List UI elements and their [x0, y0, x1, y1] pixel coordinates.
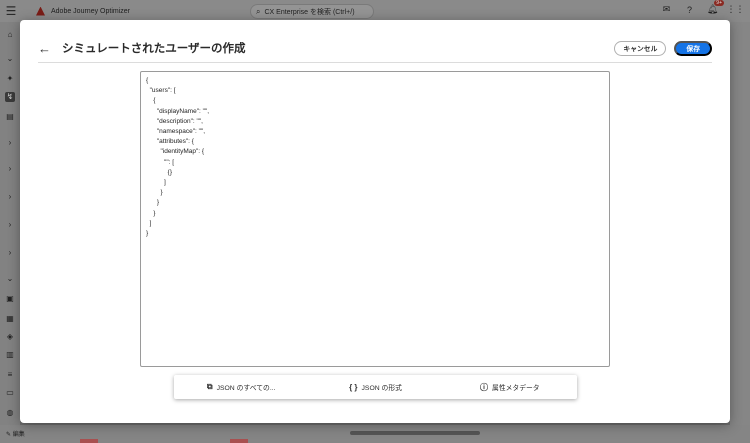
global-search[interactable]: ⌕ CX Enterprise を検索 (Ctrl+/)	[250, 4, 374, 19]
hamburger-menu-icon[interactable]: ☰	[0, 0, 22, 22]
journey-icon[interactable]: ↯	[5, 92, 15, 102]
chevron-down-icon[interactable]: ⌄	[5, 274, 15, 284]
content-icon[interactable]: ▤	[5, 112, 15, 122]
home-icon[interactable]: ⌂	[5, 30, 15, 40]
app-name: Adobe Journey Optimizer	[51, 7, 130, 15]
dialog-header: ← シミュレートされたユーザーの作成 キャンセル 保存	[38, 36, 712, 60]
chevron-right-icon[interactable]: ›	[5, 220, 15, 230]
apps-grid-icon[interactable]: ⋮⋮	[727, 3, 745, 16]
dialog-title: シミュレートされたユーザーの作成	[62, 43, 246, 55]
adobe-logo-icon	[36, 6, 45, 16]
reports-icon[interactable]: ▦	[5, 314, 15, 324]
chevron-right-icon[interactable]: ›	[5, 192, 15, 202]
help-icon[interactable]: ?	[683, 3, 696, 16]
copy-icon: ⧉	[206, 382, 213, 391]
pencil-icon: ✎	[6, 432, 13, 438]
status-marker	[80, 439, 98, 443]
search-placeholder: CX Enterprise を検索 (Ctrl+/)	[264, 8, 355, 16]
attribute-metadata-label: 属性メタデータ	[492, 385, 540, 392]
horizontal-scrollbar[interactable]	[350, 431, 480, 435]
attribute-metadata-button[interactable]: ⓘ 属性メタデータ	[443, 375, 577, 399]
copy-all-json-button[interactable]: ⧉ JSON のすべての...	[174, 375, 308, 399]
save-button[interactable]: 保存	[674, 40, 712, 56]
bottom-bar: ✎ 編集	[0, 425, 750, 443]
json-editor[interactable]: { "users": [ { "displayName": "", "descr…	[140, 71, 610, 367]
chevron-right-icon[interactable]: ›	[5, 248, 15, 258]
globe-icon[interactable]: ◍	[5, 408, 15, 418]
notifications-icon[interactable]: 🔔︎ 9+	[706, 0, 724, 16]
privacy-icon[interactable]: ◈	[5, 332, 15, 342]
create-simulated-user-dialog: ← シミュレートされたユーザーの作成 キャンセル 保存 { "users": […	[20, 20, 730, 423]
status-marker	[230, 439, 248, 443]
audiences-icon[interactable]: ▣	[5, 294, 15, 304]
help-circle-icon: ⓘ	[480, 382, 489, 392]
format-json-label: JSON の形式	[361, 385, 402, 392]
notification-badge: 9+	[714, 0, 724, 6]
list-icon[interactable]: ≡	[5, 370, 15, 380]
campaign-icon[interactable]: ✦	[5, 74, 15, 84]
chevron-right-icon[interactable]: ›	[5, 138, 15, 148]
left-nav-rail: ⌂ ⌄ ✦ ↯ ▤ › › › › › ⌄ ▣ ▦ ◈ ▥ ≡ ▭ ◍	[0, 22, 20, 443]
back-arrow-icon[interactable]: ←	[38, 41, 56, 56]
chart-icon[interactable]: ▥	[5, 350, 15, 360]
copy-all-json-label: JSON のすべての...	[216, 385, 276, 392]
chevron-down-icon[interactable]: ⌄	[5, 54, 15, 64]
app-header: ☰ Adobe Journey Optimizer ⌕ CX Enterpris…	[0, 0, 750, 22]
right-panel-strip	[730, 22, 750, 425]
edit-button[interactable]: ✎ 編集	[6, 429, 25, 438]
channels-icon[interactable]: ▭	[5, 388, 15, 398]
json-content[interactable]: { "users": [ { "displayName": "", "descr…	[146, 76, 604, 239]
header-divider	[38, 62, 712, 63]
cancel-button[interactable]: キャンセル	[614, 40, 667, 56]
chevron-right-icon[interactable]: ›	[5, 164, 15, 174]
feedback-icon[interactable]: ✉	[660, 3, 673, 16]
format-json-button[interactable]: { } JSON の形式	[308, 375, 442, 399]
braces-icon: { }	[349, 382, 358, 392]
search-icon: ⌕	[256, 6, 261, 16]
editor-actions-bar: ⧉ JSON のすべての... { } JSON の形式 ⓘ 属性メタデータ	[174, 375, 577, 399]
